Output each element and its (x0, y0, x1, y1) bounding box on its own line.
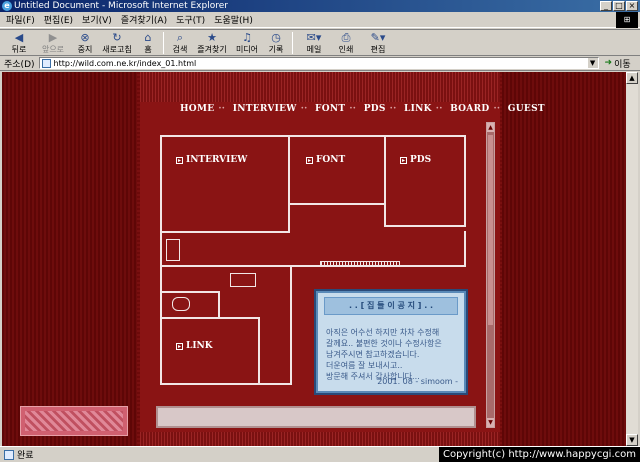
room-pds-label: ▸ PDS (400, 155, 432, 165)
room-interview-label: ▸ INTERVIEW (176, 155, 248, 165)
go-arrow-icon: ➜ (604, 58, 613, 68)
menu-favorites[interactable]: 즐겨찾기(A) (121, 13, 167, 26)
bullet-icon: ▸ (306, 156, 313, 164)
favorites-button[interactable]: ★ 즐겨찾기 (193, 30, 231, 56)
stop-icon: ⊗ (80, 31, 90, 44)
window-title: Untitled Document - Microsoft Internet E… (14, 1, 228, 11)
forward-arrow-icon: ▶ (48, 31, 58, 44)
browser-viewport: HOME ·· INTERVIEW ·· FONT ·· PDS ·· LINK ·· B… (2, 72, 638, 446)
nav-board[interactable]: BOARD (450, 104, 489, 114)
menu-tools[interactable]: 도구(T) (176, 13, 205, 26)
toolbar-separator (292, 32, 293, 54)
notice-body: 아직은 어수선 하지만 차차 수정해 갈께요.. 불편한 것이나 수정사항은 남… (326, 328, 442, 381)
stairs-fixture (320, 261, 400, 267)
address-bar: 주소(D) http://wild.com.ne.kr/index_01.htm… (0, 56, 640, 71)
notice-signature: 2001. 08 - simoom - (377, 377, 458, 386)
scroll-up-icon[interactable]: ▲ (487, 123, 494, 132)
history-button[interactable]: ◷ 기록 (263, 30, 289, 56)
menu-bar: 파일(F) 편집(E) 보기(V) 즐겨찾기(A) 도구(T) 도움말(H) (0, 12, 640, 28)
page-text-area[interactable] (156, 406, 476, 428)
room-link[interactable] (160, 317, 260, 385)
refresh-icon: ↻ (112, 31, 122, 44)
home-button[interactable]: ⌂ 홈 (136, 30, 160, 56)
panel-bottom-pattern (140, 432, 500, 446)
ie-icon: e (2, 1, 12, 11)
refresh-button[interactable]: ↻ 새로고침 (98, 30, 136, 56)
room-pds[interactable] (384, 135, 466, 227)
page-scrollbar[interactable]: ▲ ▼ (486, 122, 495, 428)
menu-file[interactable]: 파일(F) (6, 13, 35, 26)
menu-help[interactable]: 도움말(H) (214, 13, 253, 26)
page-done-icon (4, 449, 14, 460)
favorites-icon: ★ (207, 31, 217, 44)
print-icon: ⎙ (341, 31, 351, 44)
status-text: 완료 (17, 451, 34, 461)
back-button[interactable]: ◀ 뒤로 (4, 30, 34, 56)
address-dropdown-icon[interactable]: ▼ (587, 58, 598, 68)
home-icon: ⌂ (144, 31, 152, 44)
mail-icon: ✉▾ (306, 31, 322, 44)
scroll-down-icon[interactable]: ▼ (487, 418, 494, 427)
close-button[interactable]: × (626, 1, 638, 11)
media-button[interactable]: ♫ 미디어 (231, 30, 263, 56)
address-url: http://wild.com.ne.kr/index_01.html (53, 58, 197, 68)
search-icon: ⌕ (176, 31, 184, 44)
toolbar-separator (163, 32, 164, 54)
forward-button[interactable]: ▶ 앞으로 (34, 30, 72, 56)
edit-button[interactable]: ✎▾ 편집 (360, 30, 396, 56)
sink-fixture (166, 239, 180, 261)
room-font-label: ▸ FONT (306, 155, 346, 165)
menu-edit[interactable]: 편집(E) (44, 13, 73, 26)
media-icon: ♫ (242, 31, 252, 44)
background-left (2, 72, 137, 446)
menu-view[interactable]: 보기(V) (82, 13, 112, 26)
address-label: 주소(D) (4, 59, 35, 70)
title-bar: e Untitled Document - Microsoft Internet… (0, 0, 640, 12)
background-right (502, 72, 638, 446)
page-icon (41, 58, 51, 68)
notice-heading: . . [ 집 들 이 공 지 ] . . (324, 297, 458, 315)
corridor (160, 231, 466, 267)
bullet-icon: ▸ (400, 156, 407, 164)
mail-button[interactable]: ✉▾ 메일 (296, 30, 332, 56)
nav-font[interactable]: FONT (315, 104, 345, 114)
copyright-watermark: Copyright(c) http://www.happycgi.com (438, 447, 640, 462)
room-interview[interactable] (160, 135, 290, 233)
nav-guest[interactable]: GUEST (508, 104, 545, 114)
bullet-icon: ▸ (176, 156, 183, 164)
nav-home[interactable]: HOME (180, 104, 214, 114)
nav-interview[interactable]: INTERVIEW (233, 104, 297, 114)
notice-box: . . [ 집 들 이 공 지 ] . . 아직은 어수선 하지만 차차 수정해… (316, 291, 466, 393)
room-font[interactable] (288, 135, 386, 205)
site-panel: HOME ·· INTERVIEW ·· FONT ·· PDS ·· LINK ·· B… (140, 72, 545, 446)
print-button[interactable]: ⎙ 인쇄 (332, 30, 360, 56)
room-link-label: ▸ LINK (176, 341, 213, 351)
toolbar: ◀ 뒤로 ▶ 앞으로 ⊗ 중지 ↻ 새로고침 ⌂ 홈 ⌕ 검색 ★ 즐겨찾기 ♫… (0, 29, 640, 56)
browser-scrollbar[interactable]: ▲ ▼ (626, 72, 638, 446)
maximize-button[interactable]: □ (613, 1, 625, 11)
banner-pattern (25, 411, 123, 431)
windows-logo-icon: ⊞ (616, 12, 638, 28)
bullet-icon: ▸ (176, 342, 183, 350)
go-button[interactable]: ➜ 이동 (605, 57, 631, 70)
edit-icon: ✎▾ (370, 31, 386, 44)
history-icon: ◷ (271, 31, 281, 44)
address-input[interactable]: http://wild.com.ne.kr/index_01.html ▼ (38, 57, 599, 69)
minimize-button[interactable]: _ (600, 1, 612, 11)
panel-top-pattern (140, 72, 500, 102)
site-nav: HOME ·· INTERVIEW ·· FONT ·· PDS ·· LINK ·· B… (180, 104, 545, 114)
bathroom (160, 291, 220, 319)
toilet-fixture (172, 297, 190, 311)
back-arrow-icon: ◀ (14, 31, 24, 44)
scroll-thumb[interactable] (488, 135, 493, 325)
stop-button[interactable]: ⊗ 중지 (72, 30, 98, 56)
browser-scroll-up-icon[interactable]: ▲ (626, 72, 638, 84)
banner-image[interactable] (20, 406, 128, 436)
browser-scroll-down-icon[interactable]: ▼ (626, 434, 638, 446)
search-button[interactable]: ⌕ 검색 (167, 30, 193, 56)
nav-link[interactable]: LINK (404, 104, 432, 114)
nav-pds[interactable]: PDS (364, 104, 386, 114)
